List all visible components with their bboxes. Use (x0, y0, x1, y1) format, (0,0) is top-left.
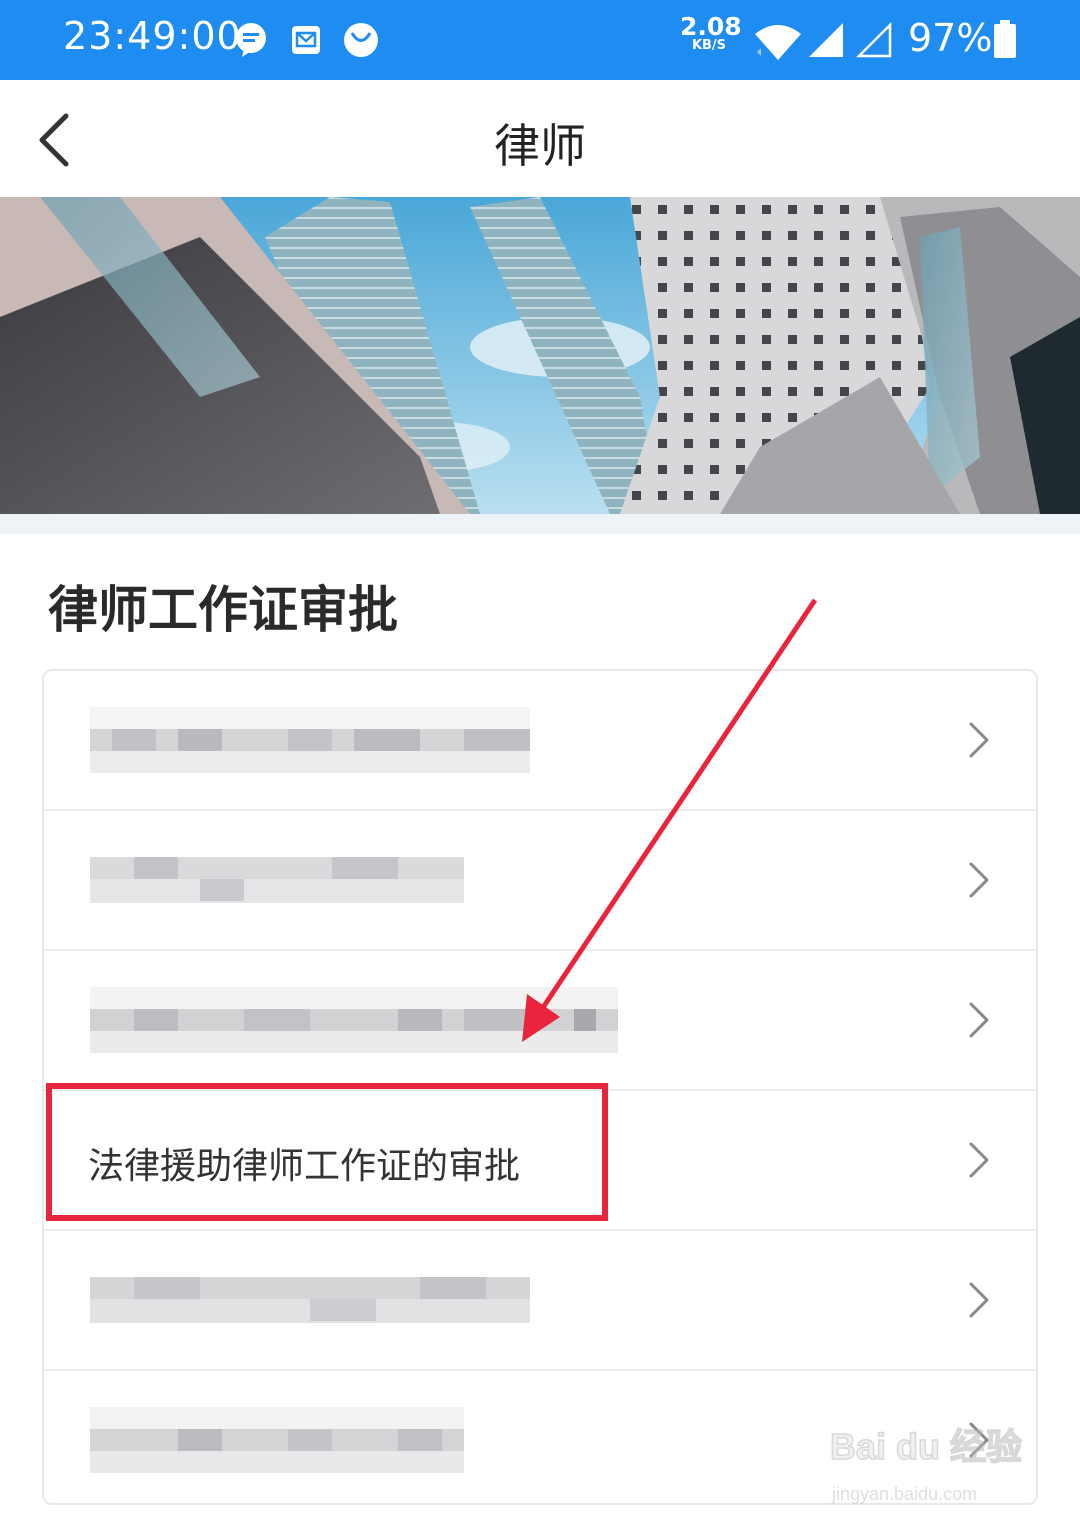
network-speed-value: 2.08 (680, 12, 742, 41)
list-item[interactable] (44, 1231, 1036, 1371)
list-item[interactable] (44, 951, 1036, 1091)
chevron-right-icon (969, 1142, 989, 1178)
chat-icon (236, 23, 266, 57)
mail-icon (292, 26, 320, 54)
chevron-right-icon (969, 1002, 989, 1038)
battery-percent: 97% (908, 16, 993, 60)
nav-bar: 律师 (0, 80, 1080, 197)
banner-image[interactable] (0, 197, 1080, 514)
watermark: Bai du 经验 jingyan.baidu.com (826, 1418, 1026, 1518)
smile-icon (344, 23, 378, 57)
section-divider (0, 514, 1080, 534)
section-title: 律师工作证审批 (48, 581, 398, 639)
chevron-right-icon (969, 1282, 989, 1318)
watermark-logo: Bai du 经验 (829, 1425, 1023, 1468)
blurred-text (90, 987, 618, 1053)
page-title: 律师 (494, 119, 586, 173)
blurred-text (90, 1277, 530, 1343)
wifi-icon (755, 25, 801, 60)
status-time: 23:49:00 (63, 14, 242, 58)
blurred-text (90, 707, 530, 773)
chevron-right-icon (969, 722, 989, 758)
blurred-text (90, 857, 464, 923)
highlight-box (46, 1083, 608, 1221)
status-bar: 23:49:00 2.08 KB/S 97% (0, 0, 1080, 80)
watermark-url: jingyan.baidu.com (832, 1484, 978, 1504)
chevron-right-icon (969, 862, 989, 898)
network-speed: 2.08 KB/S (680, 12, 742, 52)
signal-empty-icon (856, 22, 892, 58)
signal-icon (809, 23, 843, 57)
battery-icon (994, 20, 1016, 58)
blurred-text (90, 1407, 464, 1473)
list-item[interactable] (44, 671, 1036, 811)
list-item[interactable] (44, 811, 1036, 951)
